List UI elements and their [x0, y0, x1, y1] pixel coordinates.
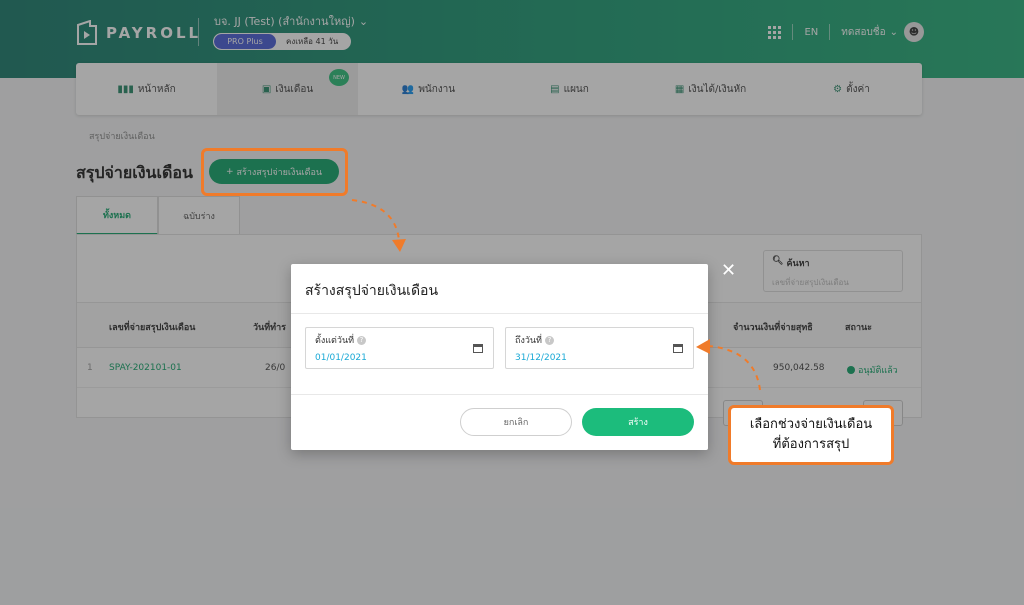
callout-line-2: ที่ต้องการสรุป	[772, 437, 850, 452]
annotation-arrows	[351, 199, 761, 391]
annotation-callout: เลือกช่วงจ่ายเงินเดือน ที่ต้องการสรุป	[728, 405, 894, 465]
callout-line-1: เลือกช่วงจ่ายเงินเดือน	[749, 417, 873, 432]
